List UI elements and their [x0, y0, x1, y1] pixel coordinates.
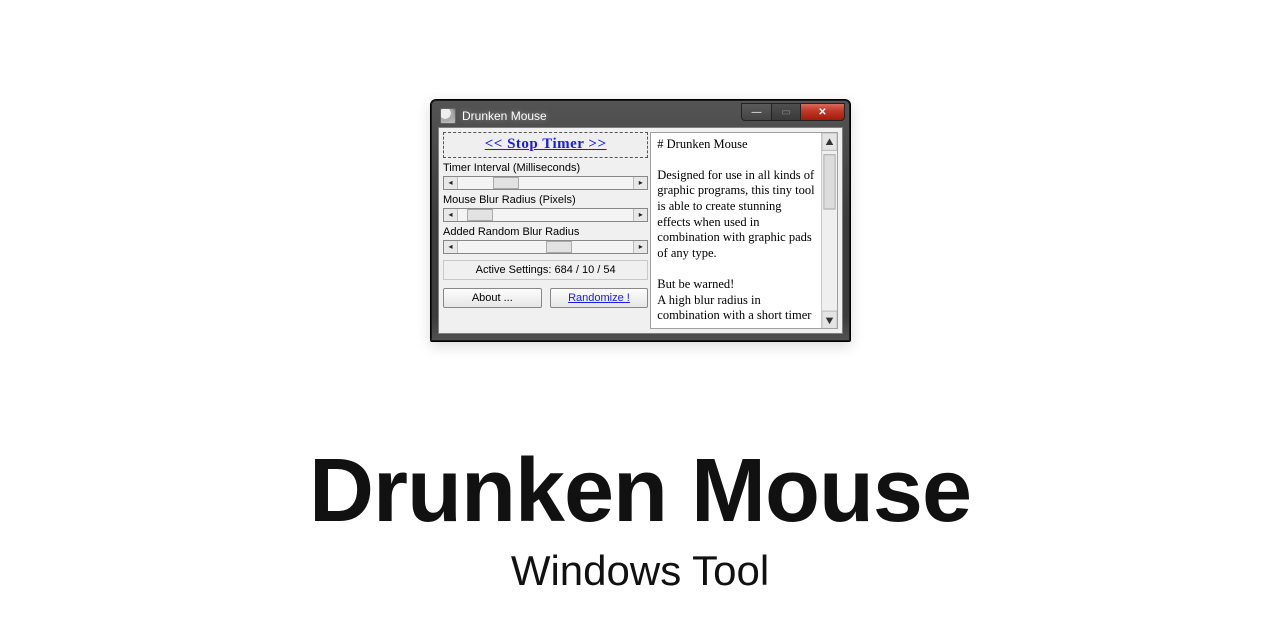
vertical-scrollbar[interactable]: [821, 133, 837, 329]
arrow-right-icon[interactable]: ▸: [633, 209, 647, 221]
headline-subtitle: Windows Tool: [0, 547, 1280, 595]
controls-panel: << Stop Timer >> Timer Interval (Millise…: [443, 132, 648, 330]
minimize-button[interactable]: —: [741, 103, 771, 121]
app-window: Drunken Mouse — ▭ ✕ << Stop Timer >> Tim…: [430, 99, 851, 342]
blur-radius-slider[interactable]: ◂ ▸: [443, 208, 648, 222]
arrow-left-icon[interactable]: ◂: [444, 177, 458, 189]
active-settings-label: Active Settings: 684 / 10 / 54: [443, 260, 648, 280]
slider-track[interactable]: [458, 209, 633, 221]
close-icon: ✕: [818, 107, 826, 118]
description-heading: # Drunken Mouse: [657, 137, 747, 151]
minimize-icon: —: [752, 107, 762, 118]
page-headline: Drunken Mouse Windows Tool: [0, 440, 1280, 595]
slider-thumb[interactable]: [546, 241, 572, 253]
arrow-right-icon[interactable]: ▸: [633, 177, 647, 189]
description-body: Designed for use in all kinds of graphic…: [657, 168, 817, 323]
random-blur-slider[interactable]: ◂ ▸: [443, 240, 648, 254]
description-textarea[interactable]: # Drunken Mouse Designed for use in all …: [651, 133, 821, 329]
arrow-left-icon[interactable]: ◂: [444, 209, 458, 221]
headline-title: Drunken Mouse: [0, 440, 1280, 543]
slider-label-blur: Mouse Blur Radius (Pixels): [443, 194, 648, 206]
slider-label-random: Added Random Blur Radius: [443, 226, 648, 238]
slider-thumb[interactable]: [467, 209, 493, 221]
slider-thumb[interactable]: [493, 177, 519, 189]
title-bar[interactable]: Drunken Mouse — ▭ ✕: [438, 107, 843, 127]
client-area: << Stop Timer >> Timer Interval (Millise…: [438, 127, 843, 335]
arrow-left-icon[interactable]: ◂: [444, 241, 458, 253]
slider-track[interactable]: [458, 177, 633, 189]
randomize-button[interactable]: Randomize !: [550, 288, 649, 308]
stop-timer-button[interactable]: << Stop Timer >>: [443, 132, 648, 158]
slider-track[interactable]: [458, 241, 633, 253]
button-row: About ... Randomize !: [443, 288, 648, 308]
scrollbar-thumb[interactable]: [824, 154, 835, 208]
description-panel: # Drunken Mouse Designed for use in all …: [650, 132, 838, 330]
maximize-button: ▭: [771, 103, 801, 121]
window-controls: — ▭ ✕: [741, 103, 845, 121]
about-button[interactable]: About ...: [443, 288, 542, 308]
slider-label-timer: Timer Interval (Milliseconds): [443, 162, 648, 174]
timer-interval-slider[interactable]: ◂ ▸: [443, 176, 648, 190]
app-icon: [440, 108, 456, 124]
close-button[interactable]: ✕: [801, 103, 845, 121]
arrow-right-icon[interactable]: ▸: [633, 241, 647, 253]
window-title: Drunken Mouse: [462, 109, 547, 123]
maximize-icon: ▭: [781, 107, 790, 118]
